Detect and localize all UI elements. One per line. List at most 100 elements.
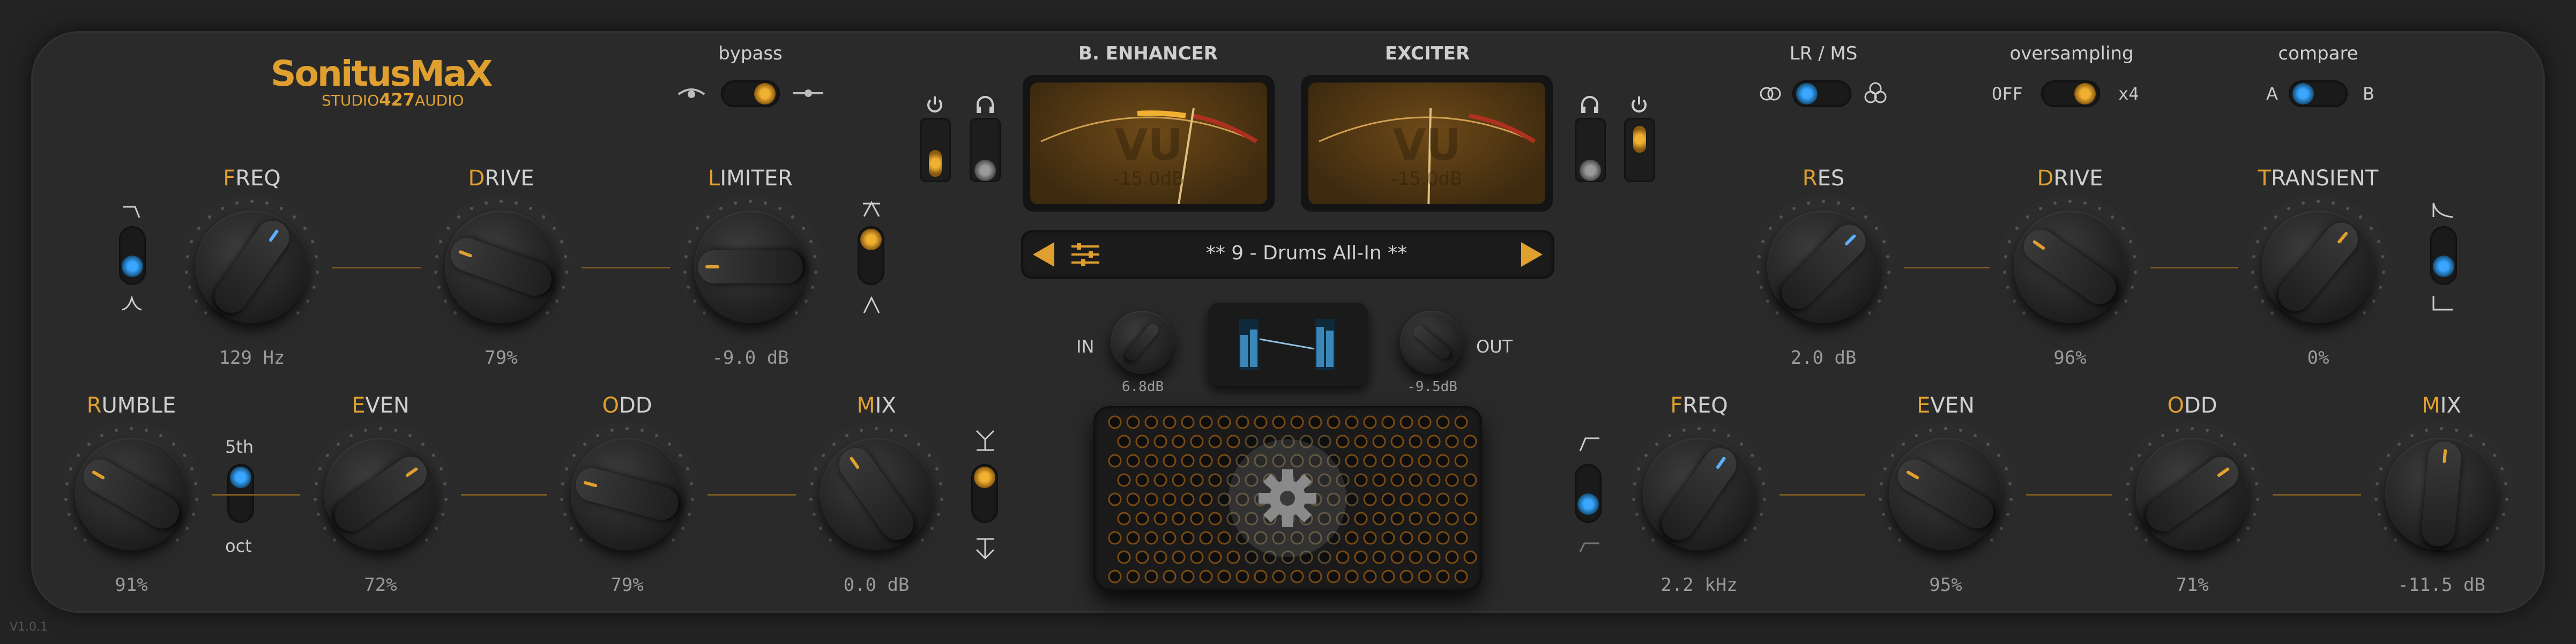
bypass-toggle[interactable] (721, 80, 780, 107)
limiter-mode-toggle[interactable] (858, 226, 884, 285)
enhancer-meter-db: -15.0dB (1113, 168, 1185, 190)
output-gain-value: -9.5dB (1407, 379, 1457, 395)
enhancer-rumble-value: 91% (115, 574, 148, 596)
bypass-on-icon (792, 85, 824, 101)
knob-link-line (332, 267, 421, 268)
exciter-even-label: EVEN (1917, 393, 1975, 418)
enhancer-limiter-knob[interactable] (694, 211, 807, 323)
exciter-drive-value: 96% (2053, 347, 2087, 369)
oversampling-label: oversampling (2009, 43, 2134, 64)
headphones-icon (1579, 94, 1600, 115)
enhancer-odd-label: ODD (602, 393, 652, 418)
enhancer-mix-label: MIX (857, 393, 896, 418)
exciter-mix-value: -11.5 dB (2398, 574, 2485, 596)
mix-parallel-icon (974, 429, 996, 452)
knob-link-line (2026, 494, 2112, 496)
compare-label: compare (2278, 43, 2358, 64)
exciter-res-knob[interactable] (1767, 211, 1880, 323)
exciter-drive-knob[interactable] (2014, 211, 2126, 323)
input-label: IN (1076, 336, 1095, 357)
stereo-lr-icon (1758, 85, 1783, 103)
power-icon (924, 94, 945, 115)
lrms-label: LR / MS (1789, 43, 1858, 64)
exciter-odd-value: 71% (2176, 574, 2209, 596)
oversampling-toggle[interactable] (2041, 80, 2100, 107)
enhancer-odd-knob[interactable] (571, 438, 683, 550)
enhancer-title: B. ENHANCER (1078, 43, 1218, 64)
limiter-soft-icon (861, 199, 882, 218)
enhancer-drive-knob[interactable] (445, 211, 557, 323)
knob-link-line (2150, 267, 2238, 268)
exciter-drive-label: DRIVE (2037, 166, 2103, 191)
oversampling-on-label: x4 (2118, 84, 2139, 104)
enhancer-rumble-label: RUMBLE (86, 393, 176, 418)
knob-link-line (2273, 494, 2361, 496)
exciter-transient-value: 0% (2307, 347, 2329, 369)
speaker-grill (1093, 406, 1482, 591)
preset-menu-icon[interactable] (1070, 242, 1100, 267)
enhancer-even-knob[interactable] (324, 438, 437, 550)
oversampling-off-label: OFF (1992, 84, 2023, 104)
exciter-power-button[interactable] (1624, 118, 1655, 182)
enhancer-power-button[interactable] (920, 118, 951, 182)
output-gain-knob[interactable] (1400, 311, 1463, 374)
enhancer-freq-knob[interactable] (196, 211, 308, 323)
compare-b-label: B (2363, 84, 2374, 104)
brand-name: SonitusMaX (271, 53, 493, 94)
enhancer-meter-vu: VU (1114, 120, 1183, 170)
output-label: OUT (1476, 336, 1513, 357)
exciter-even-knob[interactable] (1889, 438, 2002, 550)
compare-a-label: A (2266, 84, 2278, 104)
exciter-odd-knob[interactable] (2136, 438, 2249, 550)
exciter-transient-knob[interactable] (2262, 211, 2374, 323)
exciter-res-label: RES (1802, 166, 1845, 191)
enhancer-drive-value: 79% (485, 347, 518, 369)
enhancer-freq-label: FREQ (223, 166, 281, 191)
transient-mode-toggle[interactable] (2430, 226, 2457, 285)
exciter-mix-knob[interactable] (2385, 438, 2498, 550)
limiter-hard-icon (861, 296, 882, 314)
knob-link-line (461, 494, 547, 496)
exciter-even-value: 95% (1929, 574, 1962, 596)
harmonic-oct-label: oct (225, 536, 252, 556)
preset-prev-button[interactable] (1033, 242, 1054, 267)
enhancer-even-label: EVEN (352, 393, 410, 418)
exciter-mix-label: MIX (2422, 393, 2461, 418)
enhancer-mix-knob[interactable] (820, 438, 933, 550)
enhancer-vu-meter: VU -15.0dB (1023, 75, 1275, 212)
enhancer-mix-value: 0.0 dB (843, 574, 910, 596)
enhancer-solo-button[interactable] (970, 118, 1001, 182)
bypass-label: bypass (718, 43, 783, 64)
compare-toggle[interactable] (2289, 80, 2348, 107)
preset-next-button[interactable] (1521, 242, 1543, 267)
exciter-freq-mode-toggle[interactable] (1575, 464, 1602, 523)
exciter-solo-button[interactable] (1575, 118, 1606, 182)
mix-mode-toggle[interactable] (971, 464, 998, 523)
knob-link-line (1780, 494, 1865, 496)
transient-attack-icon (2431, 201, 2455, 219)
transient-sustain-icon (2431, 294, 2455, 312)
brand-logo: SonitusMaX STUDIO427AUDIO (271, 56, 496, 121)
enhancer-freq-mode-toggle[interactable] (119, 226, 146, 285)
exciter-title: EXCITER (1384, 43, 1470, 64)
enhancer-drive-label: DRIVE (468, 166, 534, 191)
preset-name[interactable]: ** 9 - Drums All-In ** (1107, 242, 1506, 264)
power-icon (1628, 94, 1650, 115)
exciter-meter-db: -15.0dB (1391, 168, 1463, 190)
version-label: V1.0.1 (10, 620, 48, 634)
lowcut-shape-icon (121, 204, 143, 220)
enhancer-rumble-knob[interactable] (75, 438, 188, 550)
harmonic-mode-toggle[interactable] (227, 464, 254, 523)
knob-link-line (1904, 267, 1990, 268)
peak-shape-icon (121, 295, 143, 312)
stereo-ms-icon (1863, 80, 1888, 105)
exciter-freq-value: 2.2 kHz (1661, 574, 1738, 596)
knob-link-line (708, 494, 796, 496)
exciter-freq-knob[interactable] (1643, 438, 1755, 550)
lrms-toggle[interactable] (1792, 80, 1851, 107)
enhancer-limiter-label: LIMITER (708, 166, 793, 191)
exciter-transient-label: TRANSIENT (2258, 166, 2379, 191)
enhancer-limiter-value: -9.0 dB (712, 347, 789, 369)
input-gain-value: 6.8dB (1121, 379, 1164, 395)
input-gain-knob[interactable] (1111, 311, 1174, 374)
